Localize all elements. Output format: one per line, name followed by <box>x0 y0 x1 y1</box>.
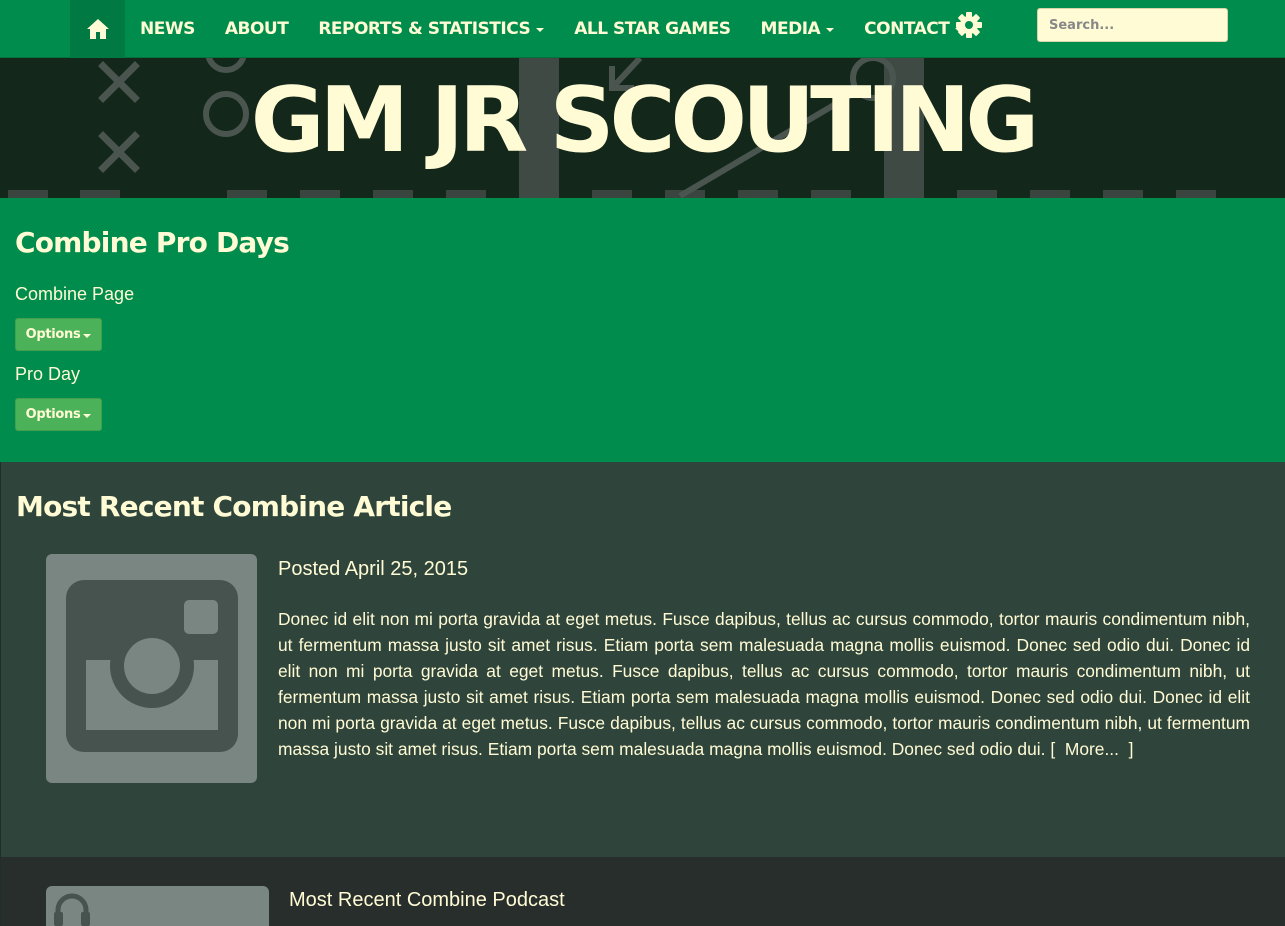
pro-day-label: Pro Day <box>15 364 81 384</box>
more-bracket: ] <box>1128 739 1134 759</box>
home-button[interactable] <box>70 0 125 58</box>
nav-item-label: MEDIA <box>760 19 821 39</box>
options-label: Options <box>25 327 81 342</box>
more-bracket: [ <box>1050 739 1056 759</box>
nav-item-media[interactable]: MEDIA <box>746 19 850 39</box>
search-input[interactable] <box>1037 8 1228 42</box>
article-text: Donec id elit non mi porta gravida at eg… <box>278 609 1250 759</box>
caret-down-icon <box>826 28 835 32</box>
nav-item-label: ALL STAR GAMES <box>574 19 731 39</box>
nav-item-about[interactable]: ABOUT <box>210 19 303 39</box>
nav-item-label: CONTACT <box>864 19 950 39</box>
gear-icon <box>956 12 982 38</box>
recent-podcast-section: Most Recent Combine Podcast <box>0 857 1285 926</box>
recent-article-heading: Most Recent Combine Article <box>16 490 452 523</box>
settings-button[interactable] <box>955 11 983 39</box>
nav-item-reports-statistics[interactable]: REPORTS & STATISTICS <box>303 19 559 39</box>
pro-day-options-button[interactable]: Options <box>15 398 102 431</box>
caret-down-icon <box>83 413 92 418</box>
combine-pro-days-section: Combine Pro Days Combine Page Options Pr… <box>0 198 1285 462</box>
recent-article-section: Most Recent Combine Article Posted April… <box>0 462 1285 857</box>
combine-pro-days-heading: Combine Pro Days <box>15 226 290 259</box>
caret-down-icon <box>83 333 92 338</box>
combine-page-options-button[interactable]: Options <box>15 318 102 351</box>
article-thumbnail[interactable] <box>46 554 257 783</box>
nav-menu: NEWS ABOUT REPORTS & STATISTICS ALL STAR… <box>125 0 978 58</box>
nav-item-all-star-games[interactable]: ALL STAR GAMES <box>559 19 745 39</box>
more-link[interactable]: More... <box>1065 739 1119 759</box>
site-title: GM JR SCOUTING <box>250 68 1039 173</box>
headphones-icon <box>54 893 90 926</box>
article-body: Donec id elit non mi porta gravida at eg… <box>278 606 1250 762</box>
site-banner: GM JR SCOUTING <box>0 58 1285 198</box>
nav-item-label: REPORTS & STATISTICS <box>318 19 531 39</box>
nav-item-label: NEWS <box>140 19 195 39</box>
combine-page-label: Combine Page <box>15 284 135 304</box>
options-label: Options <box>25 407 81 422</box>
podcast-heading: Most Recent Combine Podcast <box>289 889 565 911</box>
navbar: NEWS ABOUT REPORTS & STATISTICS ALL STAR… <box>0 0 1285 58</box>
nav-item-label: ABOUT <box>224 19 289 39</box>
caret-down-icon <box>536 28 545 32</box>
home-icon <box>86 19 109 39</box>
nav-item-news[interactable]: NEWS <box>125 19 210 39</box>
podcast-thumbnail[interactable] <box>46 886 269 926</box>
instagram-icon <box>66 580 238 752</box>
article-posted-date: Posted April 25, 2015 <box>278 558 469 580</box>
